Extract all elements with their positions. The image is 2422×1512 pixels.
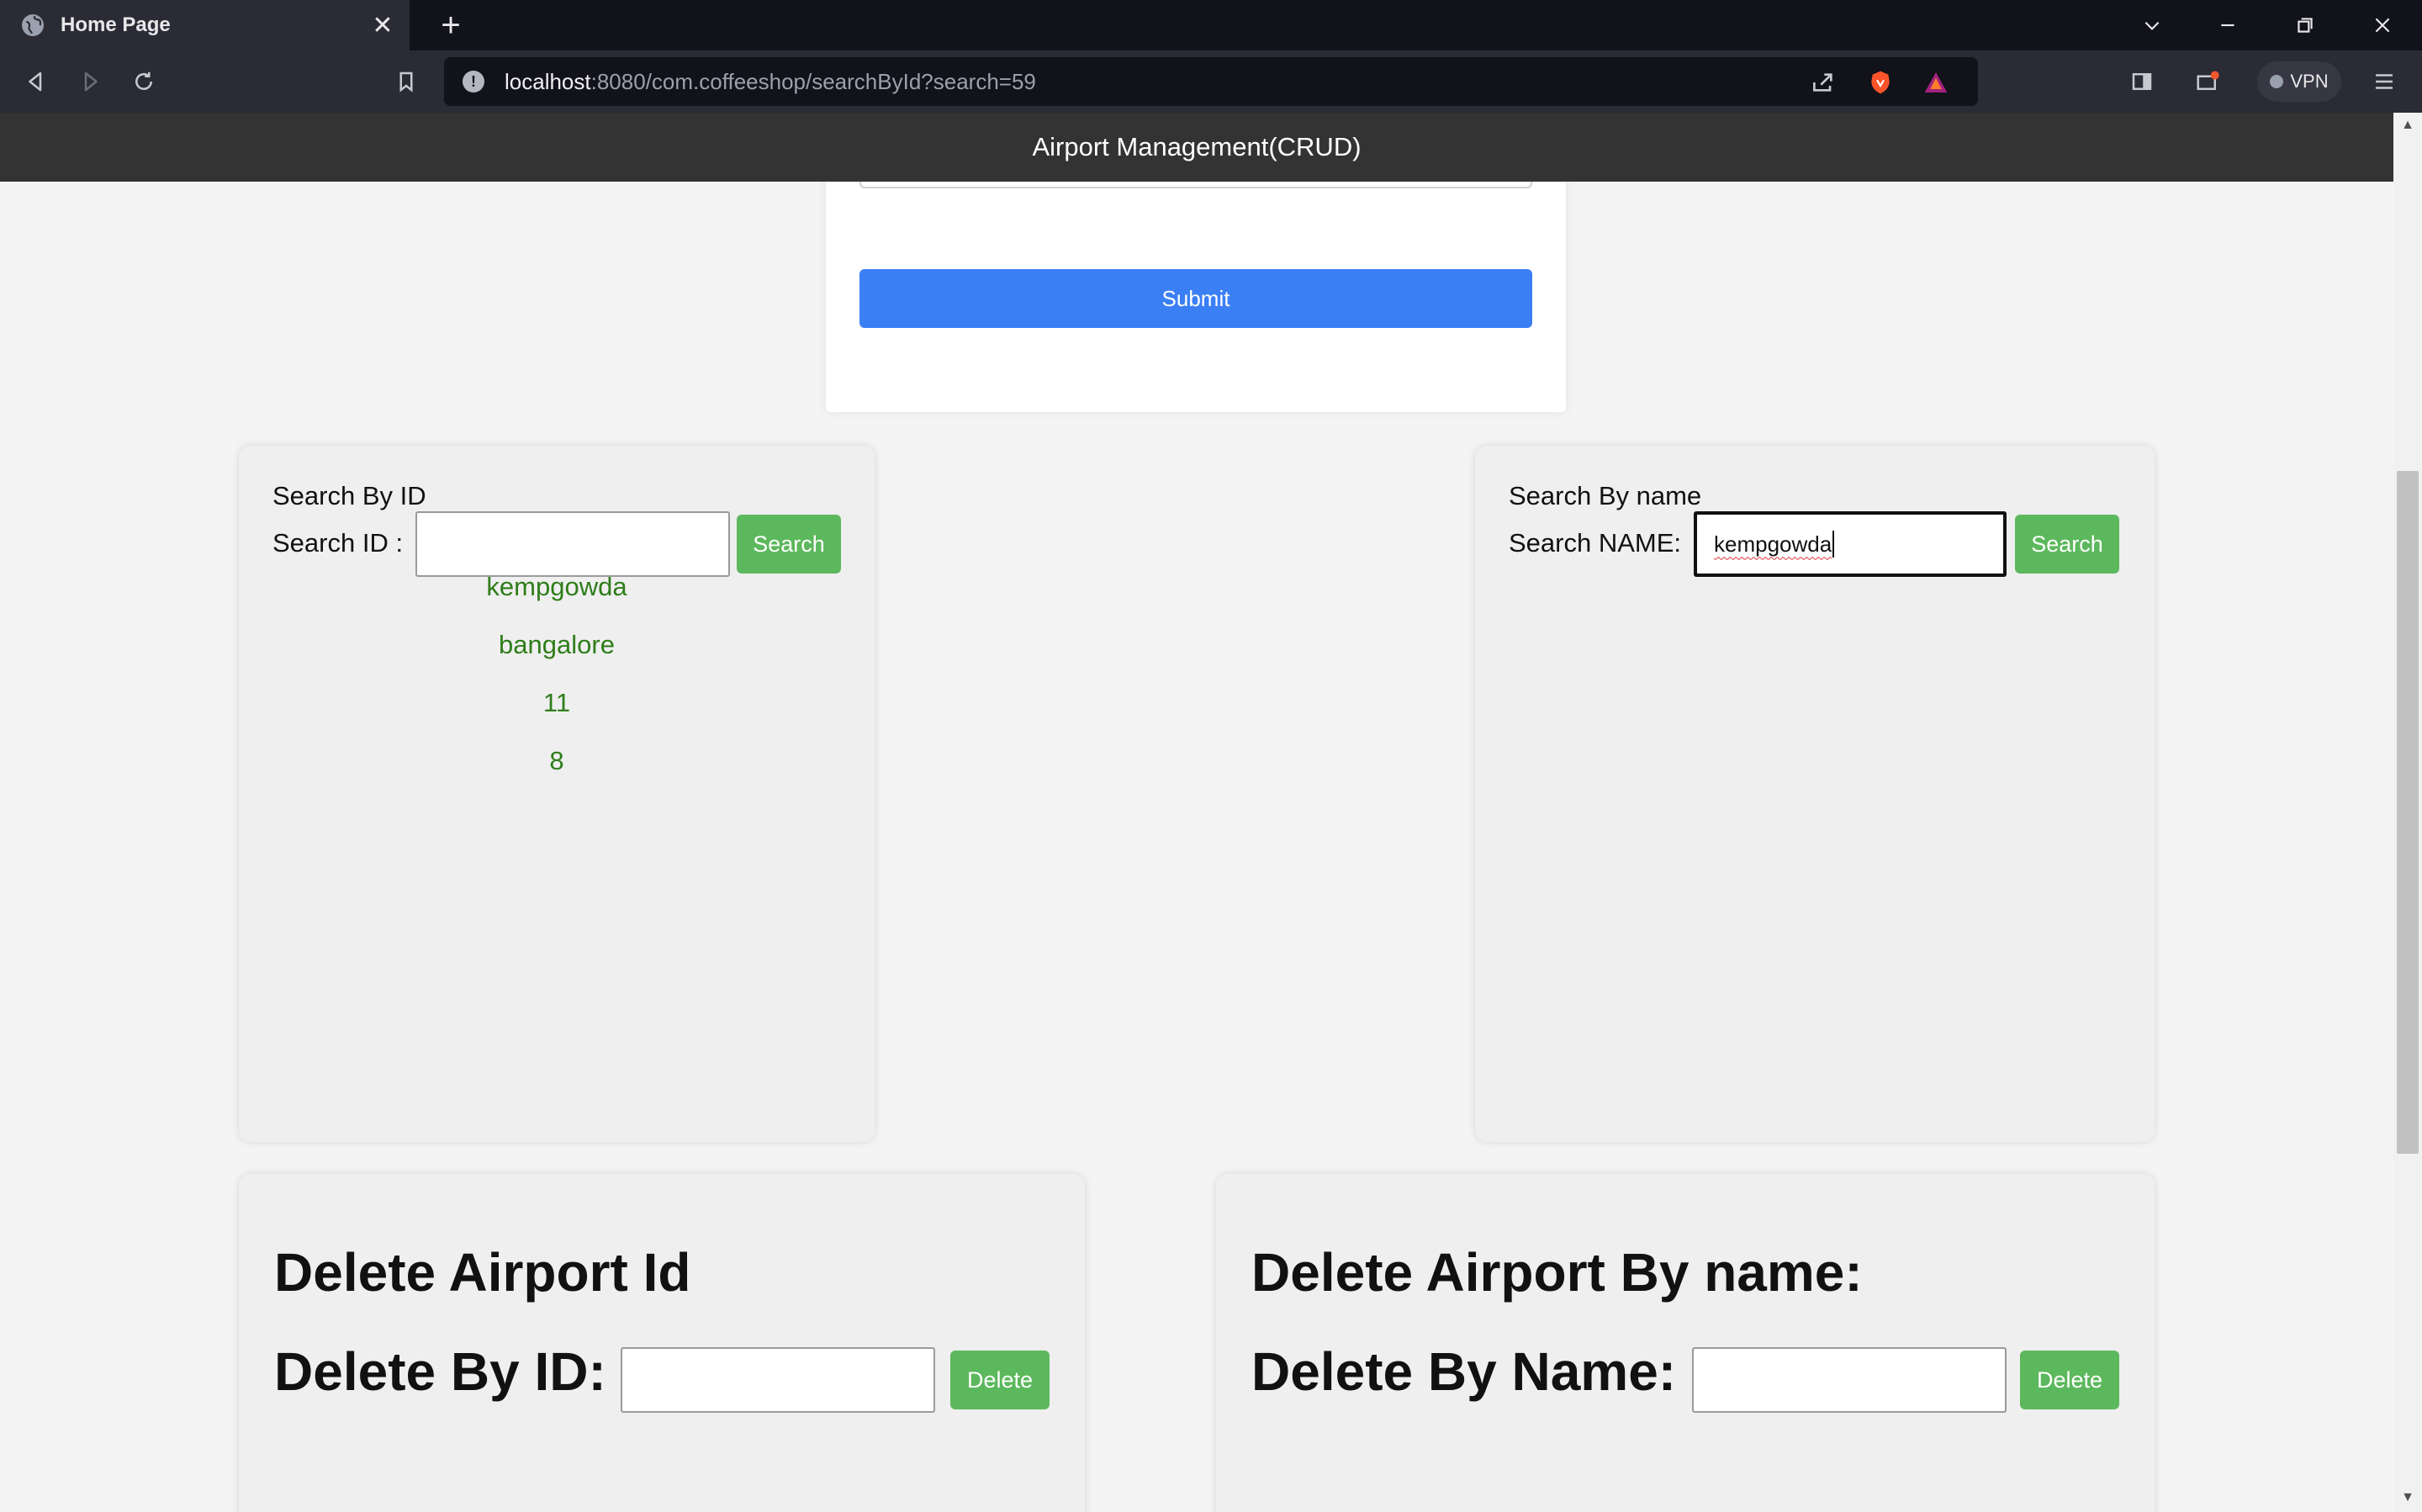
sidebar-icon[interactable] — [2123, 62, 2161, 101]
close-tab-icon[interactable]: ✕ — [366, 8, 399, 42]
site-info-icon[interactable]: ! — [463, 71, 484, 93]
text-caret — [1832, 531, 1835, 558]
search-by-name-card: Search By name Search NAME: kempgowda Se… — [1475, 446, 2155, 1142]
reload-icon[interactable] — [124, 62, 163, 101]
share-icon[interactable] — [1808, 67, 1838, 98]
result-value-8: 8 — [549, 746, 564, 775]
page-header: Airport Management(CRUD) — [0, 113, 2393, 182]
scrollbar-thumb[interactable] — [2397, 471, 2419, 1154]
search-name-label: Search NAME: — [1509, 528, 1682, 558]
vpn-status-icon — [2270, 75, 2284, 88]
search-name-button[interactable]: Search — [2015, 515, 2119, 574]
search-by-name-heading: Search By name — [1509, 481, 1702, 510]
page-title: Airport Management(CRUD) — [1032, 132, 1362, 161]
forward-icon[interactable] — [71, 62, 109, 101]
globe-icon — [22, 14, 44, 36]
form-last-input[interactable] — [859, 182, 1532, 188]
delete-by-name-card: Delete Airport By name: Delete By Name: … — [1216, 1174, 2155, 1512]
restore-icon[interactable] — [2267, 0, 2343, 50]
address-bar[interactable]: ! localhost:8080/com.coffeeshop/searchBy… — [444, 57, 1978, 106]
tab-title: Home Page — [61, 13, 171, 36]
delete-by-id-card: Delete Airport Id Delete By ID: Delete — [239, 1174, 1085, 1512]
browser-toolbar: ! localhost:8080/com.coffeeshop/searchBy… — [0, 50, 2422, 113]
scroll-up-arrow-icon[interactable]: ▲ — [2398, 118, 2417, 135]
search-by-id-heading: Search By ID — [272, 481, 426, 510]
brave-shields-icon[interactable] — [1865, 67, 1896, 98]
delete-by-id-label: Delete By ID: — [274, 1341, 606, 1402]
new-tab-button[interactable]: + — [432, 7, 469, 44]
scroll-down-arrow-icon[interactable]: ▼ — [2398, 1490, 2417, 1507]
url-text: localhost:8080/com.coffeeshop/searchById… — [505, 68, 1036, 94]
delete-id-input[interactable] — [621, 1347, 935, 1413]
tab-home-page[interactable]: Home Page ✕ — [0, 0, 410, 50]
delete-id-button[interactable]: Delete — [950, 1351, 1050, 1409]
menu-icon[interactable] — [2365, 62, 2403, 101]
delete-name-button[interactable]: Delete — [2020, 1351, 2119, 1409]
search-id-button[interactable]: Search — [737, 515, 841, 574]
result-airport-name: kempgowda — [486, 572, 627, 601]
minimize-icon[interactable] — [2190, 0, 2266, 50]
page-content: Submit Search By ID Search ID : Search k… — [0, 182, 2393, 1512]
submit-button[interactable]: Submit — [859, 269, 1532, 328]
search-by-id-card: Search By ID Search ID : Search kempgowd… — [239, 446, 875, 1142]
back-icon[interactable] — [17, 62, 56, 101]
search-name-input[interactable]: kempgowda — [1694, 511, 2007, 577]
brave-rewards-icon[interactable] — [1921, 67, 1951, 98]
delete-name-input[interactable] — [1692, 1347, 2007, 1413]
search-id-input[interactable] — [415, 511, 730, 577]
vpn-button[interactable]: VPN — [2257, 61, 2341, 102]
airport-form-card: Submit — [826, 182, 1566, 412]
delete-by-id-heading: Delete Airport Id — [274, 1242, 691, 1303]
delete-by-name-label: Delete By Name: — [1251, 1341, 1677, 1402]
close-window-icon[interactable] — [2345, 0, 2420, 50]
bookmark-icon[interactable] — [387, 62, 426, 101]
result-airport-city: bangalore — [499, 630, 615, 659]
vpn-label: VPN — [2290, 71, 2329, 92]
delete-by-name-heading: Delete Airport By name: — [1251, 1242, 1863, 1303]
result-value-11: 11 — [542, 688, 571, 717]
search-id-label: Search ID : — [272, 528, 404, 558]
tab-search-chevron-icon[interactable] — [2114, 0, 2190, 50]
tab-bar: Home Page ✕ + — [0, 0, 2422, 50]
wallet-icon[interactable] — [2188, 62, 2227, 101]
